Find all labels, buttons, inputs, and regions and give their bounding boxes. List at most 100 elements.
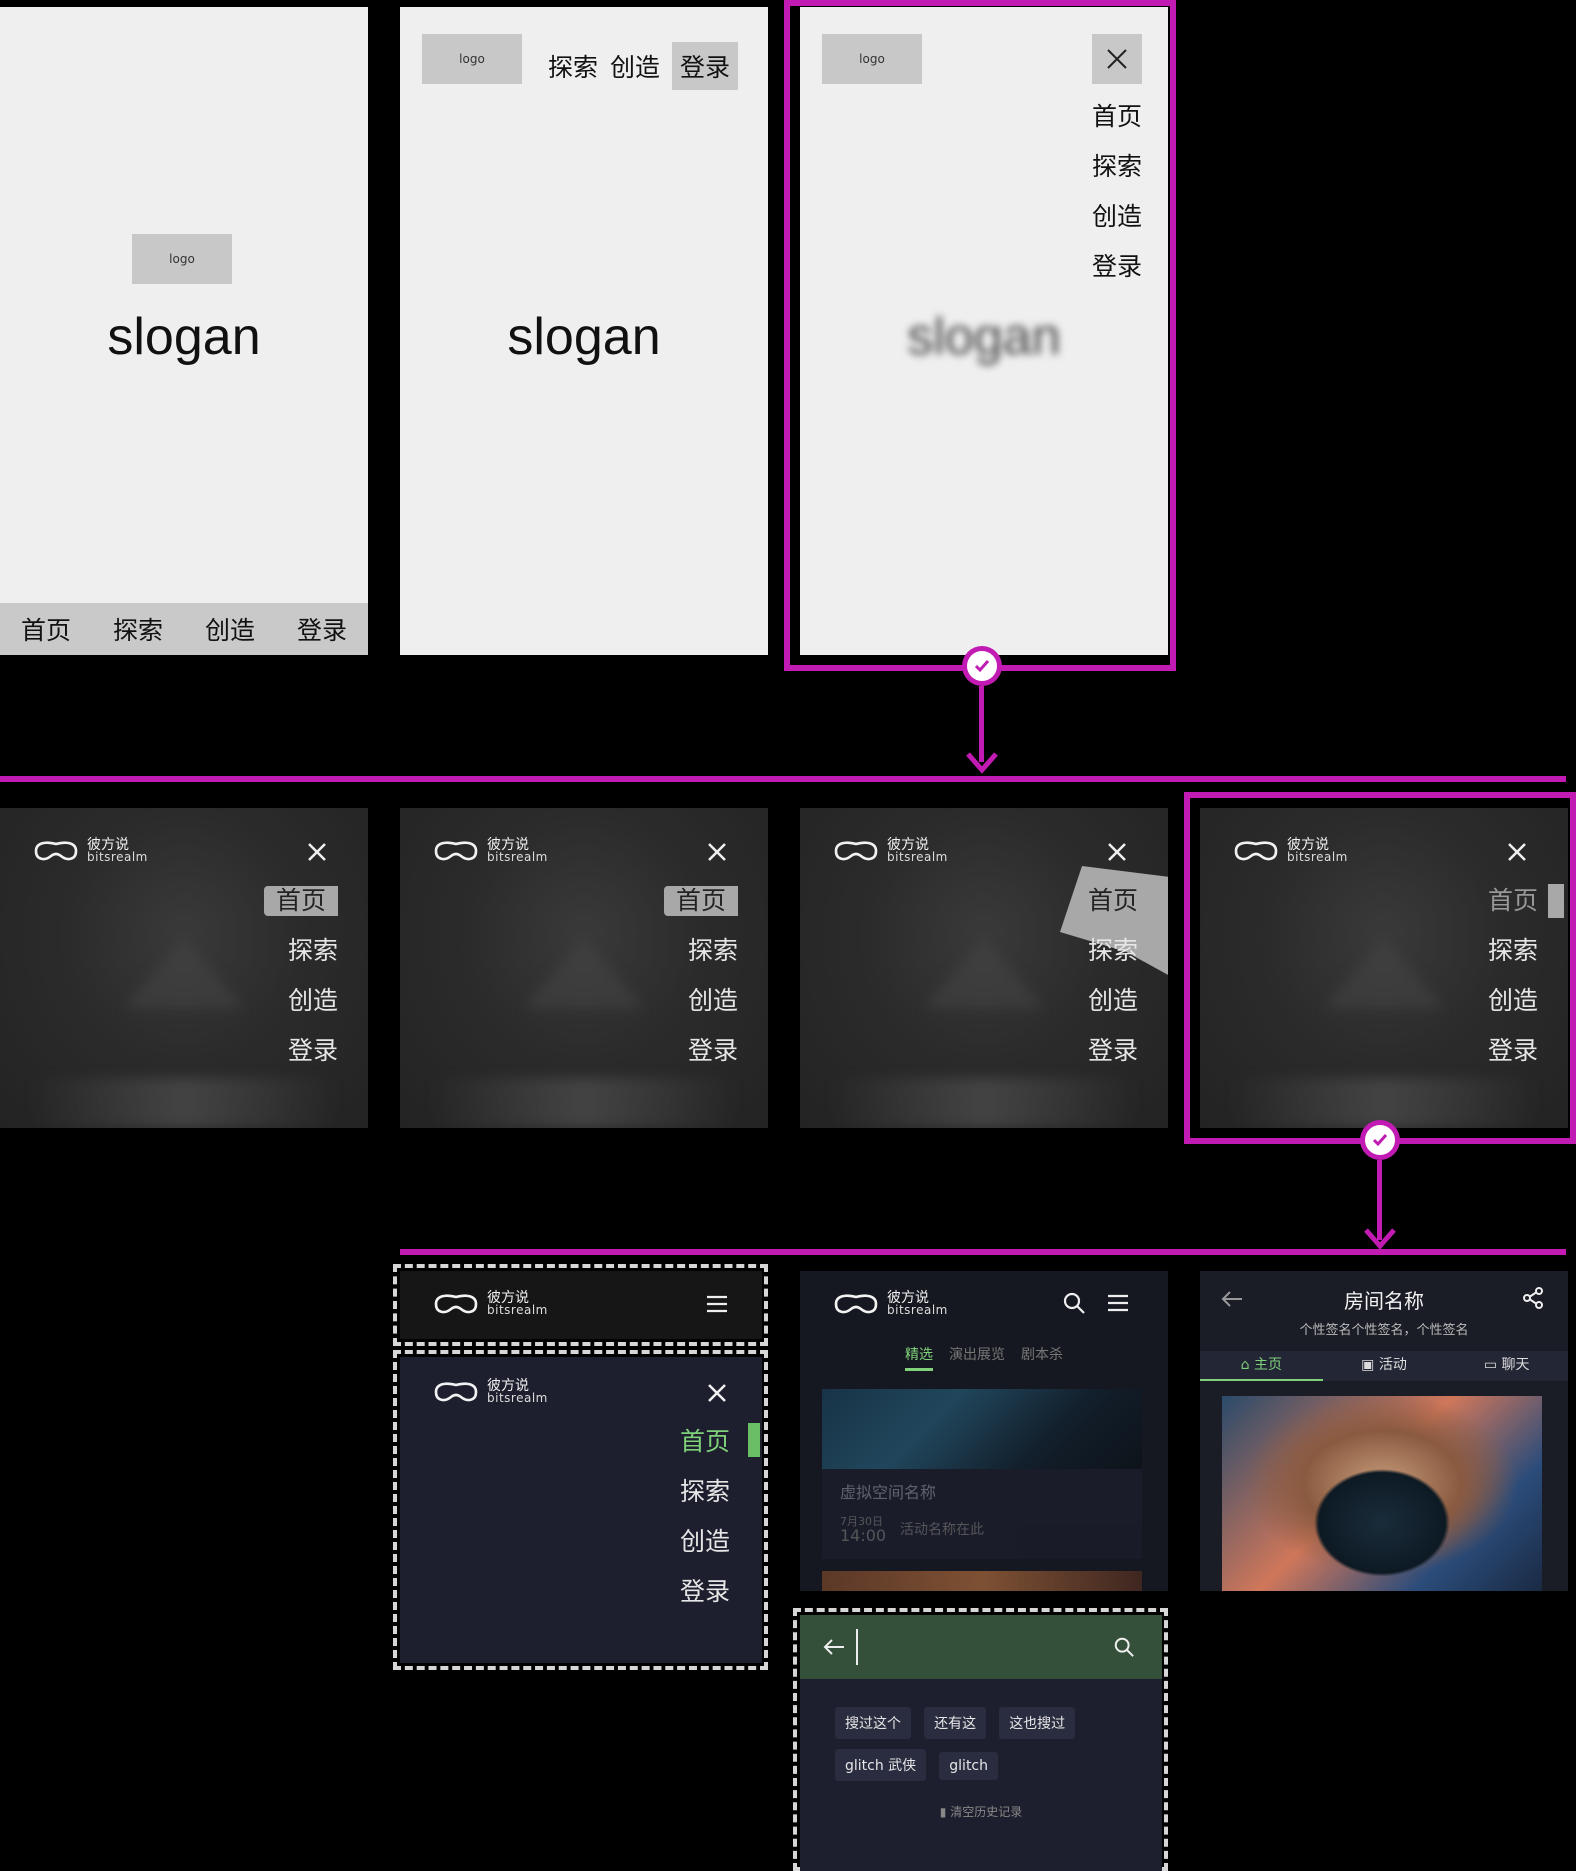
brand-name-en: bitsrealm bbox=[487, 1391, 548, 1405]
bottom-nav-bar: 首页 探索 创造 登录 bbox=[0, 603, 368, 655]
slogan-text: slogan bbox=[507, 308, 661, 366]
nav-explore[interactable]: 探索 bbox=[113, 611, 163, 647]
menu-item-explore[interactable]: 探索 bbox=[1000, 142, 1142, 192]
menu-item-login[interactable]: 登录 bbox=[580, 1567, 730, 1617]
tab-script-game[interactable]: 剧本杀 bbox=[1021, 1344, 1063, 1371]
slogan-text-blurred: slogan bbox=[907, 308, 1061, 366]
menu-item-home[interactable]: 首页 bbox=[1000, 92, 1142, 142]
search-input[interactable] bbox=[856, 1629, 1086, 1665]
menu-item-home[interactable]: 首页 bbox=[980, 876, 1138, 926]
close-icon[interactable] bbox=[307, 842, 327, 862]
clear-history-label: 清空历史记录 bbox=[950, 1805, 1023, 1819]
hamburger-menu-icon[interactable] bbox=[706, 1295, 728, 1313]
tab-events[interactable]: ▣ 活动 bbox=[1323, 1351, 1446, 1379]
section-divider bbox=[0, 776, 1566, 782]
menu-item-login[interactable]: 登录 bbox=[580, 1026, 738, 1076]
menu-item-explore[interactable]: 探索 bbox=[1380, 926, 1538, 976]
section-divider bbox=[400, 1249, 1566, 1255]
menu-item-create[interactable]: 创造 bbox=[980, 976, 1138, 1026]
checkmark-icon bbox=[974, 660, 990, 673]
menu-item-create[interactable]: 创造 bbox=[1000, 192, 1142, 242]
close-icon[interactable] bbox=[707, 1383, 727, 1403]
brand-logo[interactable]: 彼方说 bitsrealm bbox=[433, 1379, 548, 1405]
brand-logo[interactable]: 彼方说 bitsrealm bbox=[1233, 838, 1348, 864]
tab-shows[interactable]: 演出展览 bbox=[949, 1344, 1005, 1371]
history-chip[interactable]: glitch 武侠 bbox=[835, 1749, 927, 1781]
card-image bbox=[822, 1389, 1142, 1469]
nav-explore[interactable]: 探索 bbox=[548, 48, 598, 84]
checkmark-icon bbox=[1372, 1134, 1388, 1147]
feed-card[interactable]: 虚拟空间名称 7月30日 14:00 活动名称在此 bbox=[822, 1389, 1142, 1559]
active-indicator bbox=[748, 1423, 760, 1457]
trash-icon: ▮ bbox=[939, 1805, 947, 1819]
vr-goggles-logo-icon bbox=[834, 1294, 878, 1314]
close-icon[interactable] bbox=[707, 842, 727, 862]
close-button[interactable] bbox=[1092, 34, 1142, 84]
brand-name-en: bitsrealm bbox=[487, 1303, 548, 1317]
menu-item-explore[interactable]: 探索 bbox=[980, 926, 1138, 976]
feed-tabs: 精选 演出展览 剧本杀 bbox=[800, 1344, 1168, 1371]
menu-item-explore[interactable]: 探索 bbox=[180, 926, 338, 976]
close-icon[interactable] bbox=[1507, 842, 1527, 862]
check-badge bbox=[962, 646, 1002, 686]
menu-item-create[interactable]: 创造 bbox=[1380, 976, 1538, 1026]
vr-goggles-logo-icon bbox=[834, 841, 878, 861]
menu-item-login[interactable]: 登录 bbox=[980, 1026, 1138, 1076]
menu-item-create[interactable]: 创造 bbox=[580, 976, 738, 1026]
menu-item-login[interactable]: 登录 bbox=[1380, 1026, 1538, 1076]
menu-item-home[interactable]: 首页 bbox=[263, 886, 338, 916]
menu-item-home[interactable]: 首页 bbox=[1380, 876, 1538, 926]
brand-logo[interactable]: 彼方说 bitsrealm bbox=[33, 838, 148, 864]
search-icon[interactable] bbox=[1113, 1636, 1135, 1658]
tab-chat[interactable]: ▭ 聊天 bbox=[1445, 1351, 1568, 1379]
menu-item-home[interactable]: 首页 bbox=[663, 886, 738, 916]
brand-name-en: bitsrealm bbox=[887, 850, 948, 864]
history-chip[interactable]: 还有这 bbox=[924, 1707, 987, 1739]
room-title: 房间名称 bbox=[1344, 1289, 1424, 1313]
brand-name-en: bitsrealm bbox=[487, 850, 548, 864]
history-chip[interactable]: glitch bbox=[939, 1752, 999, 1780]
clear-history-button[interactable]: ▮ 清空历史记录 bbox=[800, 1803, 1162, 1820]
tab-featured[interactable]: 精选 bbox=[905, 1344, 933, 1371]
nav-create[interactable]: 创造 bbox=[205, 611, 255, 647]
share-icon[interactable] bbox=[1522, 1287, 1544, 1309]
brand-logo[interactable]: 彼方说 bitsrealm bbox=[433, 1291, 548, 1317]
dark-menu-list: 首页 探索 创造 登录 bbox=[980, 876, 1138, 1076]
menu-item-create[interactable]: 创造 bbox=[580, 1517, 730, 1567]
vr-goggles-logo-icon bbox=[434, 1382, 478, 1402]
history-chip[interactable]: 搜过这个 bbox=[835, 1707, 911, 1739]
menu-item-home[interactable]: 首页 bbox=[580, 1417, 730, 1467]
wireframe-menu-open: logo 首页 探索 创造 登录 slogan bbox=[800, 7, 1168, 655]
vr-goggles-logo-icon bbox=[434, 1294, 478, 1314]
menu-item-explore[interactable]: 探索 bbox=[580, 1467, 730, 1517]
menu-item-explore[interactable]: 探索 bbox=[580, 926, 738, 976]
search-history: 搜过这个 还有这 这也搜过 glitch 武侠 glitch bbox=[835, 1707, 1135, 1791]
room-tabs: ⌂ 主页 ▣ 活动 ▭ 聊天 bbox=[1200, 1351, 1568, 1381]
brand-logo[interactable]: 彼方说 bitsrealm bbox=[833, 838, 948, 864]
brand-name-en: bitsrealm bbox=[87, 850, 148, 864]
tab-home[interactable]: ⌂ 主页 bbox=[1200, 1351, 1323, 1381]
close-icon[interactable] bbox=[1107, 842, 1127, 862]
close-icon bbox=[1107, 49, 1127, 69]
brand-logo[interactable]: 彼方说 bitsrealm bbox=[833, 1291, 948, 1317]
nav-login[interactable]: 登录 bbox=[297, 611, 347, 647]
dark-menu-state-4: 彼方说 bitsrealm 首页 探索 创造 登录 bbox=[1200, 808, 1568, 1128]
app-header-bar: 彼方说 bitsrealm bbox=[400, 1271, 762, 1339]
vr-goggles-logo-icon bbox=[1234, 841, 1278, 861]
top-nav: 探索 创造 登录 bbox=[548, 42, 739, 90]
search-header bbox=[800, 1615, 1162, 1679]
nav-login[interactable]: 登录 bbox=[672, 42, 739, 90]
search-icon[interactable] bbox=[1062, 1291, 1086, 1315]
menu-item-login[interactable]: 登录 bbox=[180, 1026, 338, 1076]
menu-item-create[interactable]: 创造 bbox=[180, 976, 338, 1026]
final-menu-screen: 彼方说 bitsrealm 首页 探索 创造 登录 bbox=[400, 1357, 762, 1663]
back-arrow-icon[interactable] bbox=[822, 1637, 846, 1657]
menu-item-login[interactable]: 登录 bbox=[1000, 242, 1142, 292]
brand-logo[interactable]: 彼方说 bitsrealm bbox=[433, 838, 548, 864]
nav-create[interactable]: 创造 bbox=[610, 48, 660, 84]
history-chip[interactable]: 这也搜过 bbox=[999, 1707, 1076, 1739]
dark-menu-list: 首页 探索 创造 登录 bbox=[580, 876, 738, 1076]
hamburger-menu-icon[interactable] bbox=[1107, 1294, 1129, 1312]
search-screen: 搜过这个 还有这 这也搜过 glitch 武侠 glitch ▮ 清空历史记录 bbox=[800, 1615, 1162, 1871]
nav-home[interactable]: 首页 bbox=[21, 611, 71, 647]
